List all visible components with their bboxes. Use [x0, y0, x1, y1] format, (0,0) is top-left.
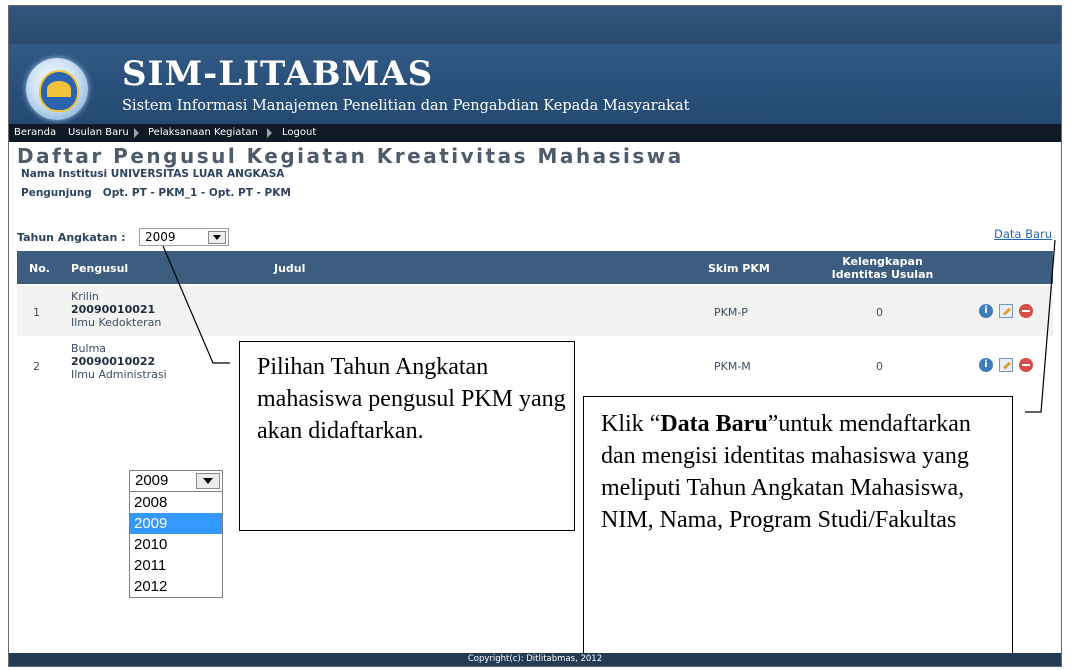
edit-icon[interactable] — [999, 358, 1013, 372]
dropdown-arrow-icon[interactable] — [196, 473, 220, 489]
table-header: No. Pengusul Judul Skim PKM Kelengkapan … — [17, 251, 1053, 284]
callout-year-selection: Pilihan Tahun Angkatan mahasiswa pengusu… — [239, 341, 575, 531]
header-banner: SIM-LITABMAS Sistem Informasi Manajemen … — [9, 44, 1061, 124]
logo-wing — [47, 81, 71, 97]
row-name: Krilin — [71, 290, 99, 303]
year-option-2008[interactable]: 2008 — [130, 492, 222, 513]
year-filter-value: 2009 — [145, 230, 176, 244]
dropdown-arrow-icon[interactable] — [208, 231, 226, 244]
row-skim: PKM-P — [714, 306, 748, 319]
year-filter-select[interactable]: 2009 — [139, 228, 229, 246]
logo-shield — [39, 70, 79, 112]
nav-usulan-baru[interactable]: Usulan Baru — [68, 124, 129, 142]
row-prodi: Ilmu Administrasi — [71, 368, 167, 381]
year-dropdown-list: 2008 2009 2010 2011 2012 — [129, 491, 223, 598]
year-option-2012[interactable]: 2012 — [130, 576, 222, 597]
year-dropdown-value: 2009 — [135, 472, 169, 489]
logo-emblem — [26, 58, 88, 120]
edit-icon[interactable] — [999, 304, 1013, 318]
header-pengusul: Pengusul — [71, 262, 129, 275]
nav-arrow-icon — [134, 128, 139, 138]
row-skim: PKM-M — [714, 360, 751, 373]
footer-copyright: Copyright(c): Ditlitabmas, 2012 — [9, 653, 1061, 666]
header-kelengkapan: Kelengkapan — [842, 255, 923, 268]
data-baru-link[interactable]: Data Baru — [994, 227, 1052, 241]
app-title: SIM-LITABMAS — [122, 54, 434, 94]
app-subtitle: Sistem Informasi Manajemen Penelitian da… — [122, 98, 690, 114]
page-title: Daftar Pengusul Kegiatan Kreativitas Mah… — [17, 144, 684, 168]
navbar: Beranda Usulan Baru Pelaksanaan Kegiatan… — [9, 124, 1061, 142]
nav-logout[interactable]: Logout — [282, 124, 316, 142]
nav-pelaksanaan-kegiatan[interactable]: Pelaksanaan Kegiatan — [148, 124, 258, 142]
callout-data-baru-text: Klik “Data Baru”untuk mendaftarkan dan m… — [601, 408, 1011, 536]
callout-data-baru-bold: Data Baru — [660, 411, 768, 437]
year-dropdown-head[interactable]: 2009 — [129, 470, 223, 492]
row-no: 2 — [33, 360, 40, 373]
row-nim: 20090010021 — [71, 303, 156, 316]
year-option-2009[interactable]: 2009 — [130, 513, 222, 534]
header-identitas: Identitas Usulan — [831, 268, 934, 281]
top-strip — [9, 6, 1061, 44]
screenshot-frame: SIM-LITABMAS Sistem Informasi Manajemen … — [8, 5, 1062, 667]
header-skim: Skim PKM — [708, 262, 770, 275]
table-row: 1 Krilin 20090010021 Ilmu Kedokteran PKM… — [17, 286, 1053, 336]
row-no: 1 — [33, 306, 40, 319]
header-judul: Judul — [274, 262, 306, 275]
row-kelengkapan: 0 — [876, 360, 883, 373]
row-nim: 20090010022 — [71, 355, 156, 368]
nav-arrow-icon — [267, 128, 272, 138]
institution-info: Nama Institusi UNIVERSITAS LUAR ANGKASA — [21, 168, 285, 180]
year-filter-label: Tahun Angkatan : — [17, 231, 126, 244]
row-prodi: Ilmu Kedokteran — [71, 316, 162, 329]
year-option-2010[interactable]: 2010 — [130, 534, 222, 555]
visitor-info: Pengunjung Opt. PT - PKM_1 - Opt. PT - P… — [21, 187, 291, 199]
nav-beranda[interactable]: Beranda — [14, 124, 56, 142]
row-kelengkapan: 0 — [876, 306, 883, 319]
info-icon[interactable]: i — [979, 358, 993, 372]
callout-quote-open: Klik “ — [601, 411, 661, 437]
delete-icon[interactable] — [1019, 358, 1033, 372]
header-no: No. — [29, 262, 50, 275]
row-name: Bulma — [71, 342, 107, 355]
delete-icon[interactable] — [1019, 304, 1033, 318]
year-option-2011[interactable]: 2011 — [130, 555, 222, 576]
callout-year-text: Pilihan Tahun Angkatan mahasiswa pengusu… — [257, 354, 566, 444]
info-icon[interactable]: i — [979, 304, 993, 318]
callout-data-baru: Klik “Data Baru”untuk mendaftarkan dan m… — [583, 396, 1013, 665]
